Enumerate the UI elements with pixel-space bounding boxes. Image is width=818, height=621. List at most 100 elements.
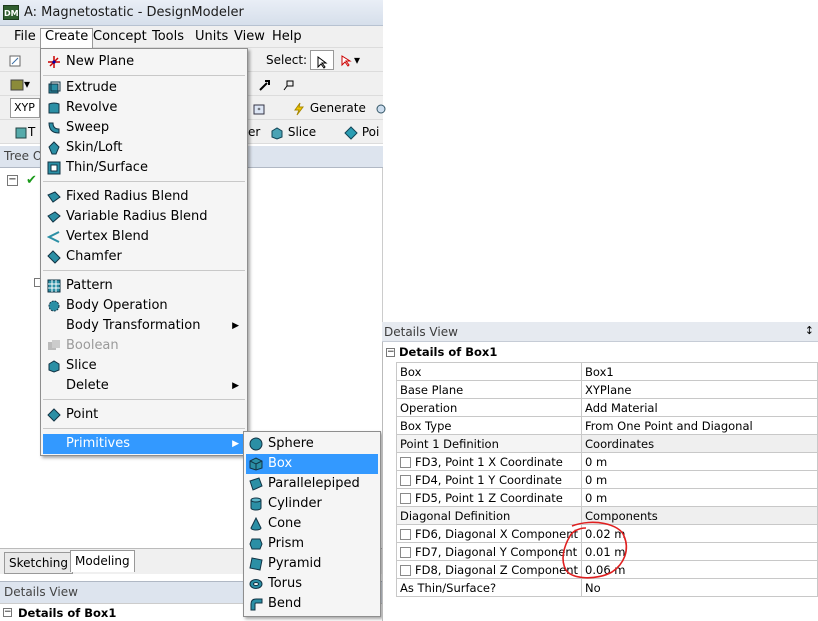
menu-create[interactable]: Create [40,28,94,48]
menu-item-extrude[interactable]: Extrude [43,78,245,98]
menu-item-cylinder[interactable]: Cylinder [246,494,378,514]
details-property-value[interactable]: 0 m [581,452,818,471]
menu-item-primitives[interactable]: Primitives ▶ [43,434,245,454]
details-property-value[interactable]: From One Point and Diagonal [581,416,818,435]
menu-item-pyramid[interactable]: Pyramid [246,554,378,574]
bend-icon [250,598,263,611]
details-group-label: Details of Box1 [399,345,498,359]
parameter-checkbox[interactable] [400,456,411,468]
slice-icon [48,360,60,373]
details-collapse-icon[interactable]: − [386,348,395,357]
details-collapse-icon-left[interactable]: − [3,608,12,617]
chamfer-partial-label: er [248,125,261,139]
details-view-title: Details View [384,325,458,339]
menu-item-box[interactable]: Box [246,454,378,474]
menu-item-torus[interactable]: Torus [246,574,378,594]
tab-sketching[interactable]: Sketching [4,552,73,574]
menu-bar: File Create Concept Tools Units View Hel… [0,26,383,48]
details-row[interactable]: FD5, Point 1 Z Coordinate 0 m [395,488,818,507]
menu-item-prism[interactable]: Prism [246,534,378,554]
details-row[interactable]: Operation Add Material [395,398,818,417]
parameter-checkbox[interactable] [400,492,411,504]
property-label: Box Type [400,418,452,433]
details-property-value[interactable]: Add Material [581,398,818,417]
menu-item-body-operation[interactable]: Body Operation [43,296,245,316]
tree-check-icon: ✔ [26,173,37,188]
details-row[interactable]: FD4, Point 1 Y Coordinate 0 m [395,470,818,489]
new-file-icon[interactable] [8,50,22,70]
details-property-value[interactable]: XYPlane [581,380,818,399]
point-label: Poi [361,125,380,139]
display-mode-icon[interactable]: ▾ [10,74,30,94]
menu-item-body-transformation[interactable]: Body Transformation ▶ [43,316,245,336]
menu-item-delete[interactable]: Delete ▶ [43,376,245,396]
menu-item-thin-surface[interactable]: Thin/Surface [43,158,245,178]
menu-item-revolve[interactable]: Revolve [43,98,245,118]
point-button[interactable]: Poi [344,122,379,142]
details-row[interactable]: Box Box1 [395,362,818,381]
sweep-icon [48,122,60,134]
torus-icon [249,579,263,589]
details-row[interactable]: Box Type From One Point and Diagonal [395,416,818,435]
parameter-checkbox[interactable] [400,528,411,540]
new-sketch-icon[interactable]: * [252,98,266,118]
menu-item-bend[interactable]: Bend [246,594,378,614]
menu-help[interactable]: Help [268,29,306,45]
property-label: FD6, Diagonal X Component [415,526,579,541]
parameter-checkbox[interactable] [400,474,411,486]
slice-button[interactable]: Slice [270,122,316,142]
menu-tools[interactable]: Tools [148,29,188,45]
menu-item-sweep[interactable]: Sweep [43,118,245,138]
menu-item-new-plane[interactable]: New Plane [43,52,245,72]
menu-file[interactable]: File [10,29,40,45]
svg-text:*: * [258,107,261,114]
tab-modeling[interactable]: Modeling [70,550,135,572]
details-group-label-left: Details of Box1 [18,606,117,620]
zoom-box-icon[interactable] [282,74,296,94]
property-label: FD7, Diagonal Y Component [415,544,578,559]
menu-concept[interactable]: Concept [89,29,151,45]
menu-item-variable-radius-blend[interactable]: Variable Radius Blend [43,207,245,227]
property-label: Base Plane [400,382,464,397]
create-menu: New Plane Extrude Revolve Sweep Skin/Lof… [40,48,248,456]
property-label: As Thin/Surface? [400,580,497,595]
menu-item-boolean[interactable]: Boolean [43,336,245,356]
menu-item-parallelepiped[interactable]: Parallelepiped [246,474,378,494]
plane-dropdown[interactable]: XYP [10,98,40,118]
menu-item-vertex-blend[interactable]: Vertex Blend [43,227,245,247]
details-property-value[interactable]: 0 m [581,488,818,507]
generate-button[interactable]: Generate [292,98,366,118]
share-topology-icon[interactable] [374,98,388,118]
parameter-checkbox[interactable] [400,564,411,576]
select-point-icon[interactable] [310,50,334,70]
menu-item-cone[interactable]: Cone [246,514,378,534]
menu-item-skin-loft[interactable]: Skin/Loft [43,138,245,158]
details-row[interactable]: FD3, Point 1 X Coordinate 0 m [395,452,818,471]
menu-units[interactable]: Units [191,29,232,45]
select-mode-dropdown-icon[interactable]: ▾ [340,50,360,70]
menu-item-sphere[interactable]: Sphere [246,434,378,454]
menu-item-pattern[interactable]: Pattern [43,276,245,296]
look-at-icon[interactable] [258,74,272,94]
details-property-value[interactable]: 0 m [581,470,818,489]
details-row[interactable]: Base Plane XYPlane [395,380,818,399]
app-icon: DM [3,5,19,20]
details-property-name: Diagonal Definition [395,506,583,525]
revolve-icon [48,102,60,114]
details-property-value[interactable]: Coordinates [581,434,818,453]
property-label: FD3, Point 1 X Coordinate [415,454,563,469]
menu-item-fixed-radius-blend[interactable]: Fixed Radius Blend [43,187,245,207]
details-row[interactable]: Point 1 Definition Coordinates [395,434,818,453]
tree-collapse-icon[interactable]: − [7,175,18,186]
details-property-value[interactable]: Box1 [581,362,818,381]
box-icon [249,457,263,471]
thin-button[interactable]: T [14,122,35,142]
fixed-blend-icon [47,191,61,203]
details-property-name: FD8, Diagonal Z Component [395,560,583,579]
pin-icon[interactable]: ↕ [805,324,814,337]
menu-view[interactable]: View [230,29,269,45]
parameter-checkbox[interactable] [400,546,411,558]
menu-item-slice[interactable]: Slice [43,356,245,376]
menu-item-chamfer[interactable]: Chamfer [43,247,245,267]
menu-item-point[interactable]: Point [43,405,245,425]
